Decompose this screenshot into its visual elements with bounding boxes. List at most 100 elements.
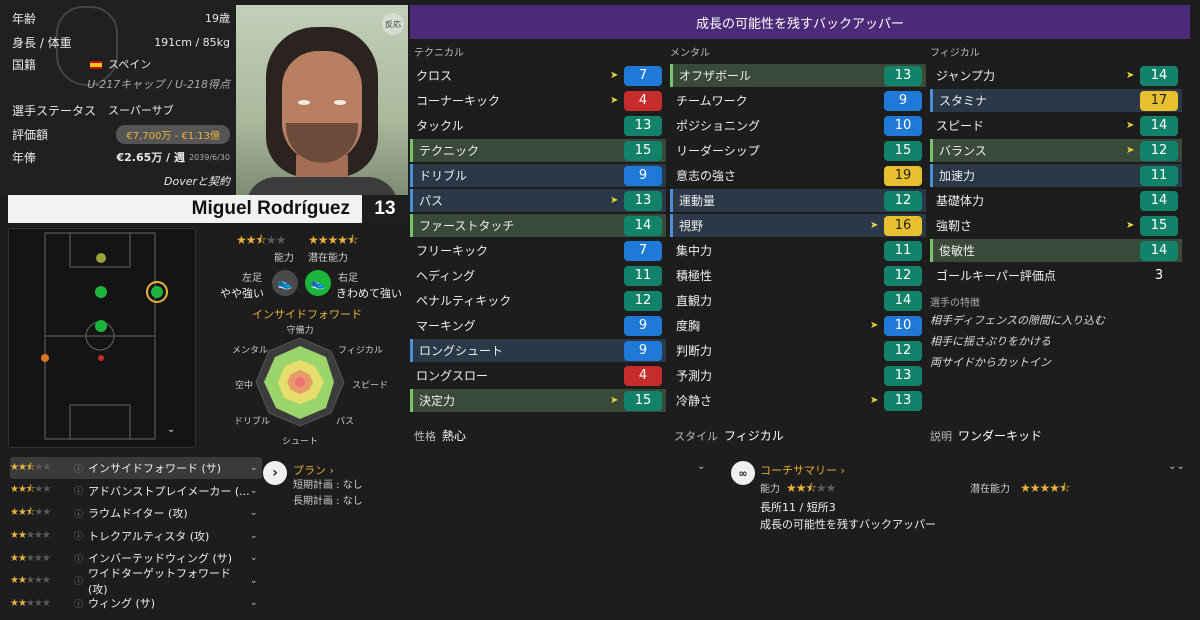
attribute-row[interactable]: ロングスロー 4 <box>410 364 666 387</box>
chevron-down-icon[interactable]: ⌄ <box>250 463 262 473</box>
attribute-row[interactable]: 集中力 11 <box>670 239 926 262</box>
attribute-row[interactable]: 冷静さ ➤ 13 <box>670 389 926 412</box>
attribute-row[interactable]: ペナルティキック 12 <box>410 289 666 312</box>
attribute-row[interactable]: スピード ➤ 14 <box>930 114 1182 137</box>
attribute-value: 15 <box>624 140 662 161</box>
club-text[interactable]: Doverと契約 <box>164 173 230 189</box>
attribute-row[interactable]: オフザボール 13 <box>670 64 926 87</box>
attribute-row[interactable]: 決定力 ➤ 15 <box>410 389 666 412</box>
attribute-row[interactable]: テクニック 15 <box>410 139 666 162</box>
attribute-row[interactable]: スタミナ 17 <box>930 89 1182 112</box>
attribute-row[interactable]: 俊敏性 14 <box>930 239 1182 262</box>
attribute-name: 意志の強さ <box>676 169 737 183</box>
chevron-down-icon[interactable]: ⌄ <box>250 508 262 518</box>
attribute-row[interactable]: バランス ➤ 12 <box>930 139 1182 162</box>
role-row[interactable]: ★★★★★ ⓘ ウィング (サ) ⌄ <box>10 592 262 614</box>
attribute-value: 13 <box>884 365 922 386</box>
status-row: 選手ステータス スーパーサブ <box>12 100 230 120</box>
attribute-row[interactable]: 基礎体力 14 <box>930 189 1182 212</box>
attribute-row[interactable]: クロス ➤ 7 <box>410 64 666 87</box>
role-row[interactable]: ★★⯪★★ ⓘ インサイドフォワード (サ) ⌄ <box>10 457 262 479</box>
attribute-value: 17 <box>1140 90 1178 111</box>
attribute-row[interactable]: 運動量 12 <box>670 189 926 212</box>
potential-label: 潜在能力 <box>308 253 348 264</box>
coach-summary-link[interactable]: コーチサマリー › <box>760 462 845 478</box>
role-row[interactable]: ★★★★★ ⓘ ワイドターゲットフォワード (攻) ⌄ <box>10 567 262 596</box>
attribute-row[interactable]: 強靭さ ➤ 15 <box>930 214 1182 237</box>
attribute-name: フリーキック <box>416 244 489 258</box>
attribute-row[interactable]: ジャンプ力 ➤ 14 <box>930 64 1182 87</box>
nation-value-wrap[interactable]: スペイン <box>90 56 151 72</box>
attribute-row[interactable]: ゴールキーパー評価点 3 <box>930 264 1182 287</box>
attribute-value: 9 <box>624 165 662 186</box>
attribute-row[interactable]: フリーキック 7 <box>410 239 666 262</box>
style-field: スタイル フィジカル <box>674 427 784 444</box>
caps-row: U-217キャップ / U-218得点 <box>12 74 230 94</box>
attribute-name: チームワーク <box>676 94 748 108</box>
attribute-row[interactable]: パス ➤ 13 <box>410 189 666 212</box>
chevron-down-icon[interactable]: ⌄ <box>250 531 262 541</box>
wage-expiry: 2039/6/30 <box>188 152 230 162</box>
info-icon[interactable]: ⓘ <box>74 597 88 610</box>
attribute-name: 集中力 <box>676 244 713 258</box>
role-stars: ★★⯪★★ <box>10 461 51 473</box>
coach-ability-label: 能力 <box>760 484 780 495</box>
physical-header: フィジカル <box>930 48 980 59</box>
attribute-row[interactable]: ロングシュート 9 <box>410 339 666 362</box>
attribute-row[interactable]: ヘディング 11 <box>410 264 666 287</box>
attribute-row[interactable]: チームワーク 9 <box>670 89 926 112</box>
attribute-name: 度胸 <box>676 319 701 333</box>
wage-value: €2.65万 / 週 <box>116 151 185 164</box>
chevron-down-icon[interactable]: ⌄ <box>250 486 262 496</box>
left-foot-label: 左足 <box>242 273 262 284</box>
chevron-down-icon[interactable]: ⌄ <box>250 598 262 608</box>
attribute-row[interactable]: 意志の強さ 19 <box>670 164 926 187</box>
role-row[interactable]: ★★⯪★★ ⓘ アドバンストプレイメーカー (... ⌄ <box>10 480 262 502</box>
attribute-value: 3 <box>1154 268 1164 283</box>
attribute-row[interactable]: 判断力 12 <box>670 339 926 362</box>
attribute-row[interactable]: 加速力 11 <box>930 164 1182 187</box>
trend-arrow-icon: ➤ <box>870 320 879 331</box>
nation-label: 国籍 <box>12 57 37 72</box>
short-plan-value: なし <box>342 480 363 491</box>
chevron-down-icon[interactable]: ⌄ <box>250 553 262 563</box>
attribute-row[interactable]: 直観力 14 <box>670 289 926 312</box>
valuation-pill[interactable]: €7,700万 - €1.13億 <box>116 124 230 144</box>
react-button[interactable]: 反応 <box>382 13 404 35</box>
attribute-name: マーキング <box>416 319 476 333</box>
info-icon[interactable]: ⓘ <box>74 507 88 520</box>
attribute-row[interactable]: コーナーキック ➤ 4 <box>410 89 666 112</box>
info-icon[interactable]: ⓘ <box>74 462 88 475</box>
attribute-value: 4 <box>624 90 662 111</box>
plan-arrow-icon[interactable]: › <box>263 461 287 485</box>
coach-report-icon[interactable]: ∞ <box>731 461 755 485</box>
age-label: 年齢 <box>12 11 37 26</box>
attribute-value: 12 <box>884 190 922 211</box>
attribute-row[interactable]: タックル 13 <box>410 114 666 137</box>
attribute-name: 視野 <box>679 219 704 233</box>
pitch-expand-chevron-icon[interactable]: ⌄ <box>167 424 175 435</box>
info-icon[interactable]: ⓘ <box>74 484 88 497</box>
plan-dropdown-chevron-icon[interactable]: ⌄ <box>697 461 705 472</box>
info-icon[interactable]: ⓘ <box>74 529 88 542</box>
info-icon[interactable]: ⓘ <box>74 552 88 565</box>
attribute-row[interactable]: ポジショニング 10 <box>670 114 926 137</box>
attribute-name: 決定力 <box>419 394 456 408</box>
coach-dropdown-chevron-icon[interactable]: ⌄⌄ <box>1168 461 1185 472</box>
attribute-row[interactable]: マーキング 9 <box>410 314 666 337</box>
role-row[interactable]: ★★★★★ ⓘ トレクアルティスタ (攻) ⌄ <box>10 525 262 547</box>
attribute-value: 12 <box>624 290 662 311</box>
attribute-row[interactable]: 予測力 13 <box>670 364 926 387</box>
role-row[interactable]: ★★⯪★★ ⓘ ラウムドイター (攻) ⌄ <box>10 502 262 524</box>
status-label: 選手ステータス <box>12 103 97 118</box>
attribute-row[interactable]: ファーストタッチ 14 <box>410 214 666 237</box>
attribute-row[interactable]: 積極性 12 <box>670 264 926 287</box>
attribute-row[interactable]: ドリブル 9 <box>410 164 666 187</box>
attribute-value: 13 <box>624 115 662 136</box>
trait-item: 相手に揺さぶりをかける <box>930 335 1051 348</box>
info-icon[interactable]: ⓘ <box>74 574 88 587</box>
attribute-row[interactable]: 視野 ➤ 16 <box>670 214 926 237</box>
attribute-row[interactable]: リーダーシップ 15 <box>670 139 926 162</box>
chevron-down-icon[interactable]: ⌄ <box>250 576 262 586</box>
attribute-row[interactable]: 度胸 ➤ 10 <box>670 314 926 337</box>
